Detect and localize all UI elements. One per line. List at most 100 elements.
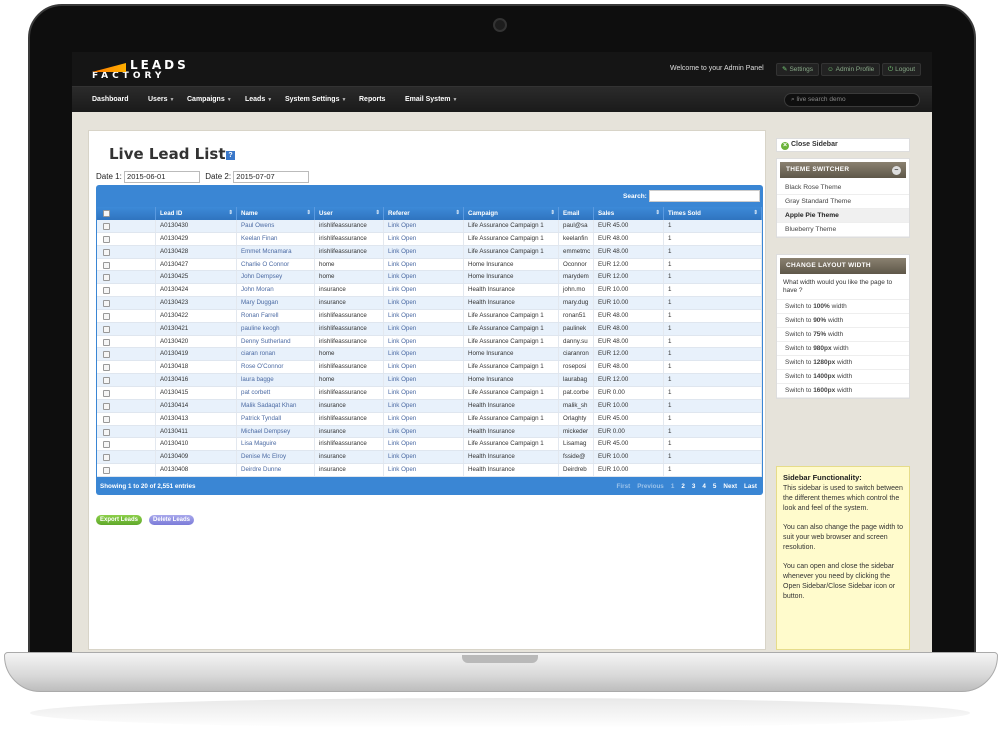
nav-system-settings[interactable]: System Settings ▼ — [285, 96, 346, 103]
table-row[interactable]: A0130430 Paul Owens irishlifeassurance Link… — [97, 220, 762, 233]
table-search-input[interactable] — [649, 190, 760, 202]
table-row[interactable]: A0130420 Denny Sutherland irishlifeassuran… — [97, 335, 762, 349]
row-checkbox[interactable] — [103, 338, 110, 346]
table-link-cell[interactable]: Link Open — [384, 322, 464, 335]
table-link-cell[interactable]: Link Open — [384, 220, 464, 232]
theme-option[interactable]: Blueberry Theme — [777, 223, 909, 237]
pager-link[interactable]: 4 — [702, 483, 706, 490]
column-header[interactable]: Campaign ⇕ — [464, 207, 559, 220]
nav-dashboard[interactable]: Dashboard — [92, 96, 129, 103]
live-search-input[interactable]: ⌕ live search demo — [784, 93, 920, 107]
pager-link[interactable]: Next — [723, 483, 737, 490]
table-row[interactable]: A0130419 ciaran ronan home Link Open Home In… — [97, 348, 762, 362]
date1-field[interactable]: 2015-06-01 — [124, 171, 201, 183]
width-option[interactable]: Switch to 1280px width — [777, 356, 909, 370]
table-row[interactable]: A0130410 Lisa Maguire irishlifeassurance Li… — [97, 438, 762, 452]
table-row[interactable]: A0130408 Deirdre Dunne insurance Link Open H… — [97, 464, 762, 477]
table-link-cell[interactable]: Denise Mc Elroy — [237, 451, 315, 464]
pager-link[interactable]: 5 — [713, 483, 717, 490]
table-link-cell[interactable]: Michael Dempsey — [237, 425, 315, 438]
table-link-cell[interactable]: pat corbett — [237, 386, 315, 399]
row-checkbox[interactable] — [103, 389, 110, 397]
table-row[interactable]: A0130425 John Dempsey home Link Open Home In… — [97, 271, 762, 285]
row-checkbox[interactable] — [103, 441, 110, 449]
table-link-cell[interactable]: John Moran — [237, 284, 315, 297]
table-link-cell[interactable]: Link Open — [384, 374, 464, 386]
logout-button[interactable]: ⏻ Logout — [882, 63, 922, 76]
table-row[interactable]: A0130428 Emmet Mcnamara irishlifeassurance… — [97, 245, 762, 259]
nav-reports[interactable]: Reports — [359, 96, 385, 103]
table-link-cell[interactable]: Link Open — [384, 399, 464, 412]
pager-link[interactable]: 2 — [681, 483, 685, 490]
table-link-cell[interactable]: Patrick Tyndall — [237, 412, 315, 425]
table-row[interactable]: A0130416 laura bagge home Link Open Home Ins… — [97, 374, 762, 387]
pager-link[interactable]: 3 — [692, 483, 696, 490]
row-checkbox[interactable] — [103, 261, 110, 269]
row-checkbox[interactable] — [103, 300, 110, 308]
row-checkbox[interactable] — [103, 274, 110, 282]
admin-profile-button[interactable]: ☺ Admin Profile — [821, 63, 881, 76]
nav-email-system[interactable]: Email System ▼ — [405, 96, 457, 103]
table-link-cell[interactable]: Deirdre Dunne — [237, 464, 315, 476]
width-option[interactable]: Switch to 1600px width — [777, 384, 909, 398]
pager-link[interactable]: 1 — [671, 483, 675, 490]
table-link-cell[interactable]: Ronan Farrell — [237, 309, 315, 322]
table-link-cell[interactable]: Link Open — [384, 412, 464, 425]
row-checkbox[interactable] — [103, 287, 110, 295]
nav-users[interactable]: Users ▼ — [148, 96, 174, 103]
table-link-cell[interactable]: Link Open — [384, 284, 464, 297]
column-header[interactable]: User ⇕ — [315, 207, 384, 220]
column-header[interactable]: Lead ID ⇕ — [156, 207, 237, 220]
row-checkbox[interactable] — [103, 351, 110, 359]
table-link-cell[interactable]: Link Open — [384, 309, 464, 322]
table-link-cell[interactable]: Link Open — [384, 335, 464, 348]
column-header[interactable]: Email — [559, 207, 594, 220]
table-row[interactable]: A0130413 Patrick Tyndall irishlifeassuranc… — [97, 412, 762, 426]
table-row[interactable]: A0130422 Ronan Farrell irishlifeassurance L… — [97, 309, 762, 323]
collapse-icon[interactable]: − — [892, 166, 901, 175]
table-row[interactable]: A0130424 John Moran insurance Link Open Heal… — [97, 284, 762, 298]
nav-campaigns[interactable]: Campaigns ▼ — [187, 96, 232, 103]
table-link-cell[interactable]: Link Open — [384, 258, 464, 271]
column-header[interactable]: Sales ⇕ — [594, 207, 664, 220]
row-checkbox[interactable] — [103, 454, 110, 462]
table-row[interactable]: A0130421 pauline keogh irishlifeassurance L… — [97, 322, 762, 336]
table-link-cell[interactable]: Malik Sadaqat Khan — [237, 399, 315, 412]
nav-leads[interactable]: Leads ▼ — [245, 96, 272, 103]
table-row[interactable]: A0130423 Mary Duggan insurance Link Open Hea… — [97, 297, 762, 310]
pager-link[interactable]: First — [617, 483, 631, 490]
table-link-cell[interactable]: Paul Owens — [237, 220, 315, 232]
table-link-cell[interactable]: Link Open — [384, 361, 464, 374]
table-link-cell[interactable]: Keelan Finan — [237, 232, 315, 245]
table-link-cell[interactable]: Link Open — [384, 451, 464, 464]
table-row[interactable]: A0130418 Rose O'Connor irishlifeassurance L… — [97, 361, 762, 375]
table-row[interactable]: A0130414 Malik Sadaqat Khan insurance Link … — [97, 399, 762, 413]
width-option[interactable]: Switch to 75% width — [777, 328, 909, 342]
table-link-cell[interactable]: Link Open — [384, 348, 464, 361]
table-link-cell[interactable]: pauline keogh — [237, 322, 315, 335]
table-link-cell[interactable]: Link Open — [384, 245, 464, 258]
row-checkbox[interactable] — [103, 402, 110, 410]
pager-link[interactable]: Last — [744, 483, 757, 490]
row-checkbox[interactable] — [103, 428, 110, 436]
table-link-cell[interactable]: Link Open — [384, 464, 464, 476]
column-header[interactable]: Name ⇕ — [237, 207, 315, 220]
table-link-cell[interactable]: Link Open — [384, 438, 464, 451]
width-option[interactable]: Switch to 1400px width — [777, 370, 909, 384]
table-link-cell[interactable]: Link Open — [384, 271, 464, 284]
table-link-cell[interactable]: Link Open — [384, 232, 464, 245]
column-header[interactable]: Times Sold ⇕ — [664, 207, 762, 220]
table-link-cell[interactable]: Rose O'Connor — [237, 361, 315, 374]
width-option[interactable]: Switch to 100% width — [777, 300, 909, 314]
theme-option[interactable]: Apple Pie Theme — [777, 209, 909, 223]
select-all-checkbox[interactable] — [103, 210, 110, 217]
row-checkbox[interactable] — [103, 312, 110, 320]
date2-field[interactable]: 2015-07-07 — [233, 171, 310, 183]
row-checkbox[interactable] — [103, 377, 110, 385]
theme-option[interactable]: Black Rose Theme — [777, 181, 909, 195]
export-leads-button[interactable]: Export Leads — [96, 515, 143, 525]
table-link-cell[interactable]: ciaran ronan — [237, 348, 315, 361]
delete-leads-button[interactable]: Delete Leads — [149, 515, 195, 525]
row-checkbox[interactable] — [103, 235, 110, 243]
table-link-cell[interactable]: laura bagge — [237, 374, 315, 386]
